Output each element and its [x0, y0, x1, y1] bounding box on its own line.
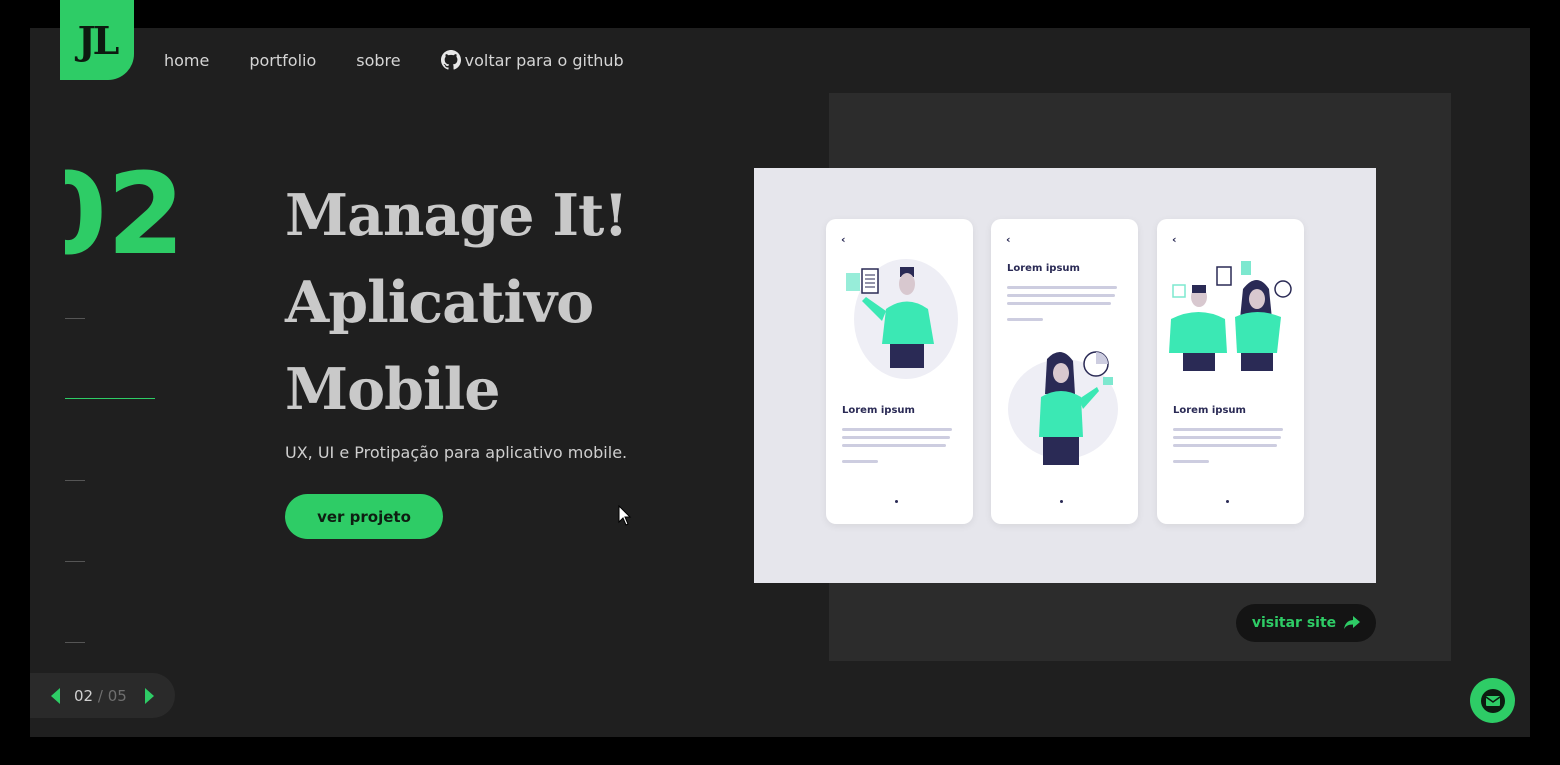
- card-2-heading: Lorem ipsum: [1007, 263, 1080, 274]
- slide-number-text: 02: [65, 155, 185, 275]
- logo[interactable]: JL: [60, 0, 134, 80]
- card-3-text-line: [1173, 460, 1209, 463]
- pager-separator: /: [93, 686, 108, 705]
- contact-mail-button[interactable]: [1470, 678, 1515, 723]
- phone-card-1: ‹ Lorem ipsum: [826, 219, 973, 524]
- phone-card-3: ‹ Lorem ipsum: [1157, 219, 1304, 524]
- nav-portfolio[interactable]: portfolio: [249, 51, 316, 70]
- woman-illustration: [1008, 351, 1118, 465]
- back-chevron-icon: ‹: [1006, 233, 1011, 246]
- back-chevron-icon: ‹: [1172, 233, 1177, 246]
- logo-text: JL: [77, 17, 120, 63]
- nav-sobre[interactable]: sobre: [356, 51, 400, 70]
- slide-pager: 02 / 05: [30, 673, 175, 718]
- main-nav: home portfolio sobre voltar para o githu…: [164, 50, 664, 70]
- visitar-site-button[interactable]: visitar site: [1236, 604, 1376, 642]
- visitar-site-label: visitar site: [1251, 615, 1337, 631]
- card-2-text-line: [1007, 318, 1043, 321]
- mail-icon: [1480, 688, 1505, 713]
- title-line-3: Mobile: [285, 356, 501, 423]
- card-3-page-dot: [1226, 500, 1229, 503]
- slide-marker-3[interactable]: [65, 480, 85, 481]
- pager-count: 02 / 05: [74, 687, 127, 705]
- card-1-heading: Lorem ipsum: [842, 405, 915, 416]
- man-illustration: [846, 259, 958, 379]
- card-2-text-line: [1007, 286, 1117, 289]
- project-title: Manage It! Aplicativo Mobile: [285, 172, 725, 433]
- pager-total: 05: [107, 686, 127, 705]
- nav-github-label: voltar para o github: [464, 50, 624, 70]
- share-arrow-icon: [1344, 616, 1361, 629]
- title-line-1: Manage It!: [285, 182, 628, 249]
- project-preview-image: ‹ Lorem ipsum ‹ Lorem ipsum ‹ Lorem ipsu…: [754, 168, 1376, 583]
- card-2-text-line: [1007, 302, 1111, 305]
- nav-github[interactable]: voltar para o github: [440, 50, 624, 70]
- phone-card-2: ‹ Lorem ipsum: [991, 219, 1138, 524]
- nav-home[interactable]: home: [164, 51, 209, 70]
- pager-current: 02: [74, 686, 94, 705]
- title-line-2: Aplicativo: [285, 269, 594, 336]
- slide-marker-4[interactable]: [65, 561, 85, 562]
- card-3-text-line: [1173, 428, 1283, 431]
- github-icon: [440, 50, 461, 70]
- card-1-text-line: [842, 436, 950, 439]
- ver-projeto-button[interactable]: ver projeto: [285, 494, 443, 539]
- mouse-cursor-icon: [618, 505, 632, 526]
- back-chevron-icon: ‹: [841, 233, 846, 246]
- slide-marker-5[interactable]: [65, 642, 85, 643]
- next-arrow-icon[interactable]: [144, 687, 154, 704]
- slide-marker-1[interactable]: [65, 318, 85, 319]
- prev-arrow-icon[interactable]: [51, 687, 60, 704]
- card-3-text-line: [1173, 436, 1281, 439]
- card-1-text-line: [842, 460, 878, 463]
- card-3-text-line: [1173, 444, 1277, 447]
- card-2-text-line: [1007, 294, 1115, 297]
- card-2-page-dot: [1060, 500, 1063, 503]
- card-1-text-line: [842, 444, 946, 447]
- card-1-text-line: [842, 428, 952, 431]
- slide-marker-2-active[interactable]: [65, 398, 155, 399]
- couple-illustration: [1169, 261, 1292, 371]
- card-1-page-dot: [895, 500, 898, 503]
- slide-number: 02: [65, 155, 185, 275]
- card-3-heading: Lorem ipsum: [1173, 405, 1246, 416]
- project-subtitle: UX, UI e Protipação para aplicativo mobi…: [285, 443, 628, 462]
